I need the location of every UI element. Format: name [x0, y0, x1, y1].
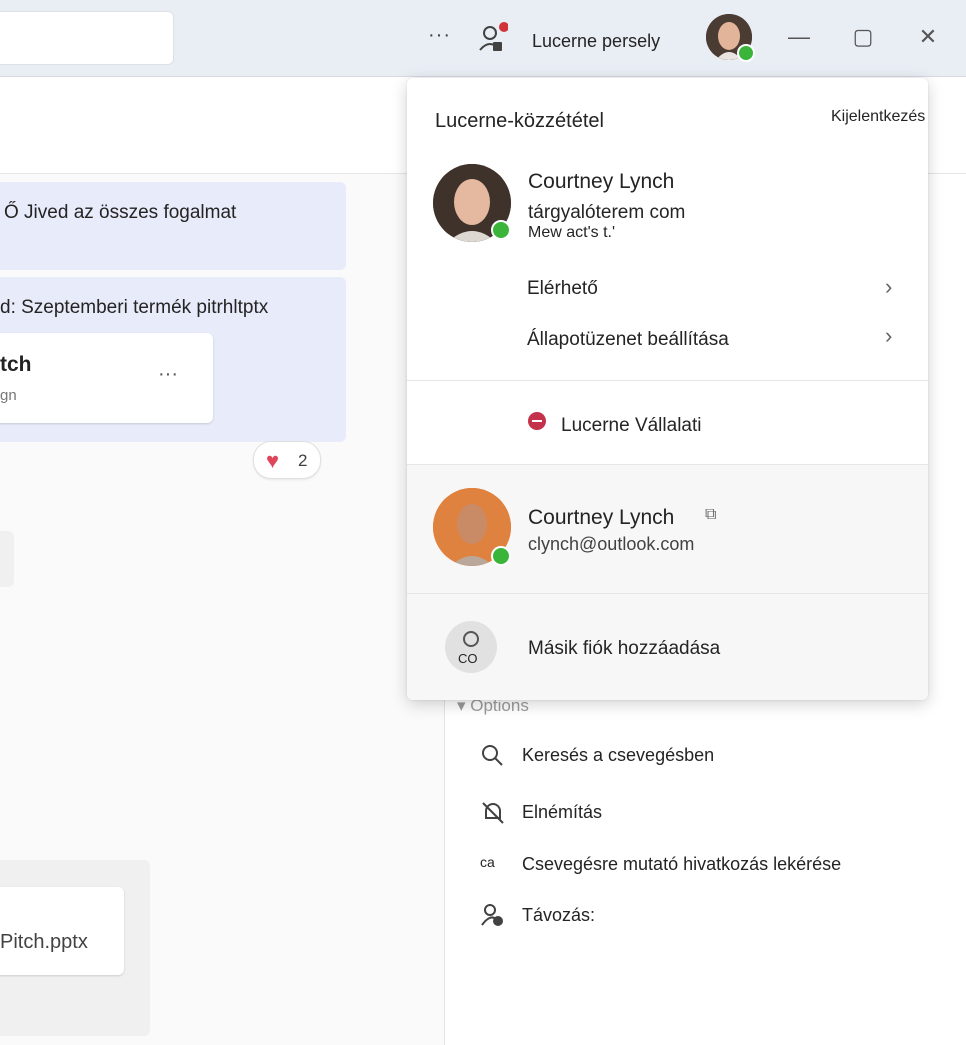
presence-available-icon [491, 546, 511, 566]
search-icon [480, 743, 506, 769]
account-name: Courtney Lynch [528, 170, 675, 193]
file-card-subtitle: gn [0, 387, 17, 404]
account-email: tárgyalóterem com [528, 202, 686, 223]
org-status[interactable]: Lucerne Vállalati [561, 415, 701, 437]
option-label: Távozás: [522, 905, 596, 925]
org-title: Lucerne-közzététel [435, 110, 604, 132]
link-icon: ca [480, 854, 495, 870]
attachment-name: Pitch.pptx [0, 931, 88, 953]
sign-out-link[interactable]: Kijelentkezés [831, 108, 925, 126]
add-account-icon-text: CO [458, 651, 478, 666]
option-label: Elnémítás [522, 802, 603, 822]
bell-off-icon [480, 800, 506, 826]
reaction-badge[interactable]: ♥ 2 [253, 441, 321, 479]
people-icon[interactable] [478, 22, 509, 54]
heart-icon: ♥ [266, 448, 280, 473]
option-label: Keresés a csevegésben [522, 745, 715, 765]
attachment-card[interactable]: Pitch.pptx [0, 887, 124, 975]
file-card-title: tch [0, 353, 32, 376]
divider [407, 464, 928, 465]
person-icon [463, 631, 479, 647]
divider [407, 593, 928, 594]
chevron-right-icon: › [885, 323, 893, 348]
chevron-right-icon: › [885, 274, 893, 299]
presence-available-icon [491, 220, 511, 240]
close-button[interactable]: ✕ [913, 22, 943, 52]
reaction-count: 2 [298, 451, 308, 470]
maximize-button[interactable]: ▢ [848, 22, 878, 52]
title-bar: ··· Lucerne persely — ▢ ✕ [0, 0, 966, 77]
message-bubble[interactable]: Ő Jived az összes fogalmat [0, 182, 346, 270]
message-bubble[interactable] [0, 531, 14, 587]
minimize-button[interactable]: — [784, 22, 814, 52]
account-name[interactable]: Lucerne persely [532, 31, 660, 52]
status-note: Mew act's t.' [528, 224, 616, 241]
open-external-icon[interactable]: ⧉ [705, 506, 716, 524]
presence-available-icon [737, 44, 755, 62]
set-status-message-menu[interactable]: Állapotüzenet beállítása [527, 329, 729, 351]
file-card[interactable]: tch gn ··· [0, 333, 213, 423]
add-account-icon[interactable]: CO [445, 621, 497, 673]
divider [407, 380, 928, 381]
file-card-more-button[interactable]: ··· [158, 363, 178, 386]
search-input[interactable] [0, 11, 174, 65]
account-flyout: Lucerne-közzététel Kijelentkezés Courtne… [407, 78, 928, 700]
account-email: clynch@outlook.com [528, 534, 695, 554]
add-account-button[interactable]: Másik fiók hozzáadása [528, 638, 720, 660]
availability-menu[interactable]: Elérhető [527, 278, 598, 300]
do-not-disturb-icon [528, 412, 546, 430]
message-text: Ő Jived az összes fogalmat [4, 202, 237, 223]
account-name[interactable]: Courtney Lynch [528, 506, 674, 530]
option-label: Csevegésre mutató hivatkozás lekérése [522, 854, 842, 874]
more-options-button[interactable]: ··· [428, 24, 451, 47]
message-text: d: Szeptemberi termék pitrhltptx [0, 297, 269, 318]
leave-icon [480, 903, 506, 929]
